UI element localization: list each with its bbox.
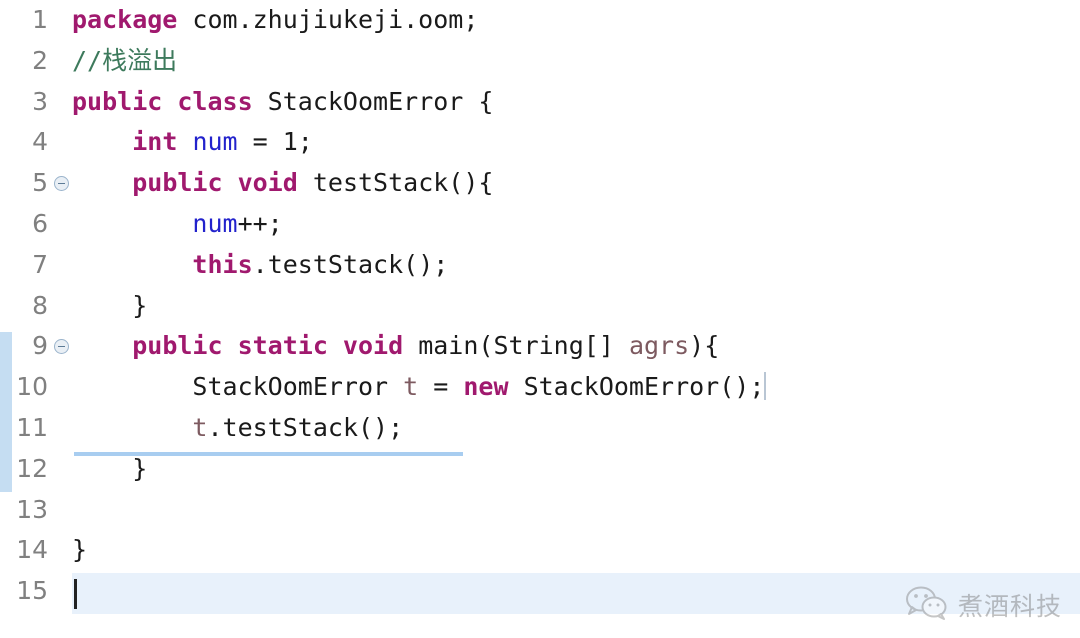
line-number: 2: [32, 45, 48, 75]
code-text[interactable]: public void testStack(){: [72, 163, 493, 204]
code-token: agrs: [628, 331, 690, 361]
code-token: int: [132, 127, 178, 157]
collapse-circle-minus-icon[interactable]: [54, 339, 69, 355]
code-line[interactable]: 15: [0, 571, 1080, 612]
code-line[interactable]: 9 public static void main(String[] agrs)…: [0, 326, 1080, 367]
code-token: package: [72, 5, 178, 34]
line-number: 6: [32, 208, 48, 238]
code-region-underline: [74, 452, 463, 456]
code-token: new: [463, 372, 509, 402]
code-text[interactable]: t.testStack();: [72, 408, 403, 449]
code-line[interactable]: 4 int num = 1;: [0, 122, 1080, 163]
secondary-caret: [764, 372, 767, 401]
line-number: 15: [16, 576, 48, 606]
line-number: 1: [32, 5, 48, 34]
code-token: ){: [689, 331, 720, 361]
code-token: num: [192, 127, 238, 157]
code-token: this: [192, 249, 253, 279]
code-text[interactable]: StackOomError t = new StackOomError();: [72, 367, 767, 408]
code-text[interactable]: public class StackOomError {: [72, 82, 493, 123]
text-caret: [74, 579, 77, 609]
code-line[interactable]: 2 //栈溢出: [0, 41, 1080, 82]
code-token: StackOomError: [72, 372, 404, 402]
code-text[interactable]: //栈溢出: [72, 41, 177, 82]
line-number: 7: [32, 249, 48, 279]
line-number: 13: [16, 494, 48, 524]
code-token: ++;: [237, 208, 283, 238]
code-token: com.zhujiukeji.oom;: [177, 5, 479, 34]
code-editor[interactable]: 1 package com.zhujiukeji.oom; 2 //栈溢出 3 publi…: [0, 0, 1080, 638]
code-text[interactable]: num++;: [72, 204, 283, 245]
code-token: .testStack();: [207, 412, 404, 442]
code-line[interactable]: 8 }: [0, 286, 1080, 327]
code-token: testStack(){: [297, 168, 494, 198]
code-token: =: [418, 372, 464, 402]
code-token: public static void: [132, 331, 404, 361]
code-token: }: [72, 453, 148, 483]
code-token: //栈溢出: [72, 45, 178, 75]
code-line[interactable]: 3 public class StackOomError {: [0, 82, 1080, 123]
code-line[interactable]: 7 this.testStack();: [0, 245, 1080, 286]
code-line[interactable]: 10 StackOomError t = new StackOomError()…: [0, 367, 1080, 408]
code-text[interactable]: }: [72, 530, 87, 571]
collapse-circle-minus-icon[interactable]: [54, 176, 69, 192]
code-line[interactable]: 14}: [0, 530, 1080, 571]
code-token: StackOomError {: [252, 86, 494, 116]
line-number: 4: [32, 127, 48, 157]
code-text[interactable]: this.testStack();: [72, 245, 448, 286]
code-token: }: [72, 535, 88, 565]
line-number: 8: [32, 290, 48, 320]
code-token: .testStack();: [252, 249, 449, 279]
code-lines[interactable]: 1 package com.zhujiukeji.oom; 2 //栈溢出 3 publi…: [0, 0, 1080, 612]
change-marker-bar[interactable]: [0, 332, 12, 492]
code-token: public class: [72, 86, 253, 116]
code-token: StackOomError();: [508, 372, 765, 402]
code-token: main(String[]: [403, 331, 629, 361]
code-line[interactable]: 6 num++;: [0, 204, 1080, 245]
line-number: 5: [32, 168, 48, 198]
code-text[interactable]: int num = 1;: [72, 122, 313, 163]
code-text[interactable]: public static void main(String[] agrs){: [72, 326, 719, 367]
code-token: = 1;: [237, 127, 313, 157]
code-line[interactable]: 13: [0, 490, 1080, 531]
code-token: public void: [132, 168, 298, 198]
code-token: t: [192, 412, 208, 442]
code-token: t: [403, 372, 419, 402]
line-number: 3: [32, 86, 48, 116]
code-token: num: [192, 208, 238, 238]
code-token: }: [72, 290, 148, 320]
code-line[interactable]: 5 public void testStack(){: [0, 163, 1080, 204]
code-text[interactable]: package com.zhujiukeji.oom;: [72, 0, 478, 41]
code-line[interactable]: 1 package com.zhujiukeji.oom;: [0, 0, 1080, 41]
code-text[interactable]: }: [72, 286, 147, 327]
line-number: 14: [16, 535, 48, 565]
code-line[interactable]: 11 t.testStack();: [0, 408, 1080, 449]
